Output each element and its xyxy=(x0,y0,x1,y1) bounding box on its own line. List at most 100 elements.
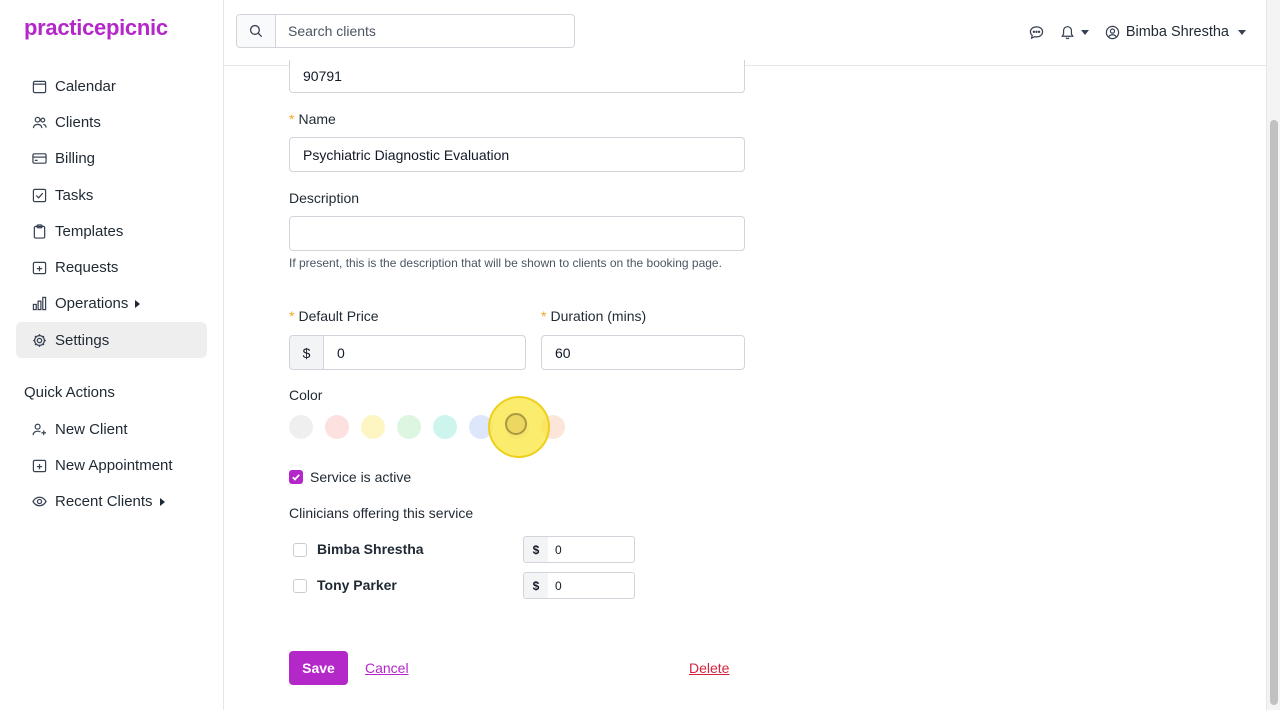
caret-right-icon xyxy=(135,299,141,308)
header-actions: Bimba Shrestha xyxy=(1013,20,1246,44)
code-field-value: 90791 xyxy=(303,68,342,84)
clinician-price-value: 0 xyxy=(555,578,562,593)
clinician-name: Tony Parker xyxy=(317,577,397,593)
quick-action-label: Recent Clients xyxy=(55,493,153,511)
service-active-label: Service is active xyxy=(310,469,412,485)
top-header: Bimba Shrestha xyxy=(224,0,1266,66)
credit-card-icon xyxy=(32,151,47,166)
chevron-down-icon xyxy=(1238,29,1246,35)
duration-field-value: 60 xyxy=(555,344,571,361)
search-bar xyxy=(236,14,575,48)
search-input[interactable] xyxy=(276,15,574,47)
scrollbar[interactable] xyxy=(1266,0,1280,710)
gear-icon xyxy=(32,333,47,348)
code-field[interactable]: 90791 xyxy=(289,60,745,93)
clinician-price-prefix: $ xyxy=(523,572,549,599)
sidebar-item-label: Calendar xyxy=(55,77,116,95)
color-swatch[interactable] xyxy=(325,415,349,439)
name-field[interactable]: Psychiatric Diagnostic Evaluation xyxy=(289,137,745,172)
color-swatch[interactable] xyxy=(397,415,421,439)
description-hint: If present, this is the description that… xyxy=(289,256,722,270)
clinician-price-value: 0 xyxy=(555,542,562,557)
calendar-plus-icon xyxy=(32,260,47,275)
calendar-plus-icon xyxy=(32,458,47,473)
bar-chart-icon xyxy=(32,296,47,311)
required-marker: * xyxy=(289,111,295,127)
sidebar-item-label: Clients xyxy=(55,113,101,131)
duration-label-text: Duration (mins) xyxy=(550,308,647,324)
sidebar-item-billing[interactable]: Billing xyxy=(16,141,207,177)
color-label: Color xyxy=(289,387,323,403)
sidebar-item-operations[interactable]: Operations xyxy=(16,286,207,322)
clinician-price-prefix: $ xyxy=(523,536,549,563)
color-swatch[interactable] xyxy=(289,415,313,439)
clinician-price-field[interactable]: 0 xyxy=(548,536,635,563)
duration-field[interactable]: 60 xyxy=(541,335,745,370)
duration-label: * Duration (mins) xyxy=(541,308,646,324)
sidebar-item-label: Settings xyxy=(55,331,110,349)
sidebar-item-calendar[interactable]: Calendar xyxy=(16,68,207,104)
quick-action-new-appointment[interactable]: New Appointment xyxy=(16,447,207,483)
service-form: 90791 * Name Psychiatric Diagnostic Evalu… xyxy=(225,60,1265,710)
price-field[interactable]: 0 xyxy=(323,335,526,370)
clipboard-icon xyxy=(32,224,47,239)
search-button[interactable] xyxy=(237,15,276,47)
caret-right-icon xyxy=(159,497,165,506)
user-name: Bimba Shrestha xyxy=(1125,24,1229,40)
scrollbar-thumb[interactable] xyxy=(1270,120,1278,705)
price-label: * Default Price xyxy=(289,308,379,324)
click-highlight-center xyxy=(505,413,527,435)
user-circle-icon xyxy=(1105,25,1120,39)
sidebar: practicepicnic Calendar Clients Billing … xyxy=(0,0,224,710)
quick-actions: New Client New Appointment Recent Client… xyxy=(16,411,207,520)
sidebar-nav: Calendar Clients Billing Tasks Templates xyxy=(16,68,207,359)
user-menu[interactable]: Bimba Shrestha xyxy=(1105,24,1246,40)
save-button[interactable]: Save xyxy=(289,651,348,685)
color-swatch[interactable] xyxy=(361,415,385,439)
app-logo[interactable]: practicepicnic xyxy=(24,15,168,41)
delete-link[interactable]: Delete xyxy=(689,660,729,676)
name-label: * Name xyxy=(289,111,336,127)
users-icon xyxy=(32,115,47,130)
sidebar-item-requests[interactable]: Requests xyxy=(16,249,207,285)
sidebar-item-label: Templates xyxy=(55,222,124,240)
sidebar-item-tasks[interactable]: Tasks xyxy=(16,177,207,213)
quick-action-new-client[interactable]: New Client xyxy=(16,411,207,447)
price-label-text: Default Price xyxy=(298,308,379,324)
checkbox-icon xyxy=(32,188,47,203)
price-field-value: 0 xyxy=(337,344,345,361)
checkmark-icon xyxy=(292,474,300,481)
clinician-checkbox[interactable] xyxy=(293,579,307,593)
quick-actions-heading: Quick Actions xyxy=(24,384,115,401)
messages-button[interactable] xyxy=(1029,25,1044,40)
notifications-button[interactable] xyxy=(1060,25,1089,40)
chevron-down-icon xyxy=(1080,29,1089,35)
sidebar-item-label: Operations xyxy=(55,295,129,313)
name-label-text: Name xyxy=(298,111,336,127)
clinician-price-field[interactable]: 0 xyxy=(548,572,635,599)
quick-action-label: New Appointment xyxy=(55,456,173,474)
cancel-link[interactable]: Cancel xyxy=(365,660,409,676)
sidebar-item-settings[interactable]: Settings xyxy=(16,322,207,359)
chat-bubble-icon xyxy=(1029,25,1044,39)
color-swatch[interactable] xyxy=(433,415,457,439)
description-field[interactable] xyxy=(289,216,745,251)
sidebar-item-clients[interactable]: Clients xyxy=(16,104,207,140)
clinician-checkbox[interactable] xyxy=(293,543,307,557)
clinicians-label: Clinicians offering this service xyxy=(289,505,474,521)
clinician-name: Bimba Shrestha xyxy=(317,541,424,557)
eye-icon xyxy=(32,494,47,509)
calendar-icon xyxy=(32,79,47,94)
description-label: Description xyxy=(289,190,360,206)
sidebar-item-label: Billing xyxy=(55,150,96,168)
search-icon xyxy=(249,24,263,38)
sidebar-item-label: Requests xyxy=(55,259,119,277)
sidebar-item-templates[interactable]: Templates xyxy=(16,213,207,249)
bell-icon xyxy=(1061,25,1074,39)
required-marker: * xyxy=(541,308,547,324)
price-currency-prefix: $ xyxy=(289,335,324,370)
service-active-checkbox[interactable] xyxy=(289,470,303,484)
user-plus-icon xyxy=(32,422,47,437)
name-field-value: Psychiatric Diagnostic Evaluation xyxy=(303,146,510,163)
quick-action-recent-clients[interactable]: Recent Clients xyxy=(16,484,207,520)
